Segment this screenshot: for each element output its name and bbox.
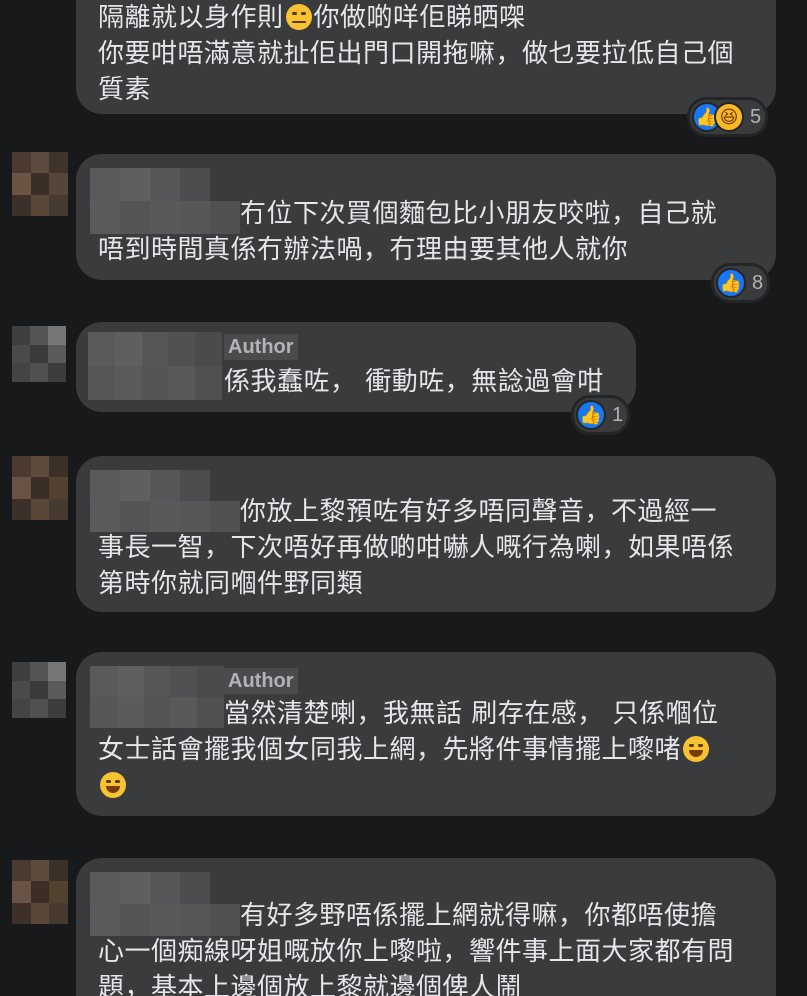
comment-bubble[interactable]: 你放上黎預咗有好多唔同聲音，不過經一 事長一智，下次唔好再做啲咁嚇人嘅行為喇，如… [76, 456, 776, 612]
blurred-commenter-name[interactable] [90, 666, 224, 728]
avatar[interactable] [12, 662, 66, 718]
avatar[interactable] [12, 860, 68, 924]
comment-bubble[interactable]: 隔離就以身作則 你做啲咩佢睇晒㗎 你要咁唔滿意就扯佢出門口開拖嘛，做乜要拉低自己個… [76, 0, 776, 114]
reaction-summary[interactable]: 👍 8 [714, 266, 768, 300]
avatar[interactable] [12, 326, 66, 382]
blurred-commenter-name[interactable] [90, 470, 240, 532]
reaction-count: 1 [612, 403, 624, 426]
comment-bubble[interactable]: Author 當然清楚喇，我無話 刷存在感， 只係嗰位 女士話會擺我個女同我上網… [76, 652, 776, 816]
reaction-count: 5 [750, 105, 762, 128]
grimace-emoji-icon [285, 4, 312, 30]
comment-text-continued: 唔到時間真係冇辦法喎，冇理由要其他人就你 [98, 235, 629, 265]
haha-icon: 😆 [714, 102, 744, 132]
comment-bubble[interactable]: 有好多野唔係擺上網就得嘛，你都唔使擔 心一個痴線呀姐嘅放你上嚟啦，響件事上面大家… [76, 858, 776, 996]
comment-thread: 隔離就以身作則 你做啲咩佢睇晒㗎 你要咁唔滿意就扯佢出門口開拖嘛，做乜要拉低自己個… [0, 0, 807, 996]
like-icon: 👍 [576, 400, 606, 430]
comment-text-continued: 事長一智，下次唔好再做啲咁嚇人嘅行為喇，如果唔係 第時你就同嗰件野同類 [98, 533, 735, 599]
laughing-emoji-icon [683, 736, 710, 762]
reaction-summary[interactable]: 👍 1 [574, 398, 628, 432]
comment-bubble[interactable]: 冇位下次買個麵包比小朋友咬啦，自己就 唔到時間真係冇辦法喎，冇理由要其他人就你 [76, 154, 776, 280]
avatar[interactable] [12, 456, 68, 520]
reaction-summary[interactable]: 👍 😆 5 [690, 100, 766, 134]
author-badge: Author [224, 334, 298, 360]
author-badge: Author [224, 668, 298, 694]
reaction-count: 8 [752, 271, 764, 294]
blurred-commenter-name[interactable] [90, 872, 240, 936]
comment-text-continued: 女士話會擺我個女同我上網，先將件事情擺上嚟啫 [98, 732, 754, 804]
comment-text: 隔離就以身作則 你做啲咩佢睇晒㗎 你要咁唔滿意就扯佢出門口開拖嘛，做乜要拉低自己個… [98, 3, 735, 105]
laughing-emoji-icon [100, 772, 126, 798]
like-icon: 👍 [716, 268, 746, 298]
blurred-commenter-name[interactable] [90, 168, 240, 234]
comment-bubble[interactable]: Author 係我蠢咗， 衝動咗，無諗過會咁 [76, 322, 636, 412]
comment-text-continued: 心一個痴線呀姐嘅放你上嚟啦，響件事上面大家都有問 題，基本上邊個放上黎就邊個俾人… [98, 937, 735, 996]
blurred-commenter-name[interactable] [88, 332, 222, 400]
avatar[interactable] [12, 152, 68, 216]
